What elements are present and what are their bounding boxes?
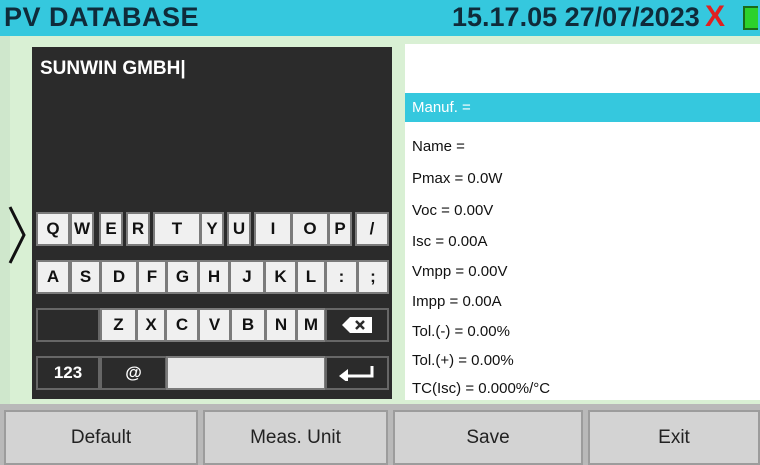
isc-value: Isc = 0.00A bbox=[412, 233, 488, 250]
key-a[interactable]: A bbox=[36, 260, 70, 294]
key-v[interactable]: V bbox=[198, 308, 231, 342]
tol-plus-value: Tol.(+) = 0.00% bbox=[412, 352, 514, 369]
name-value: Name = bbox=[412, 138, 465, 155]
title-bar: PV DATABASE 15.17.05 27/07/2023 X bbox=[0, 0, 760, 36]
key-h[interactable]: H bbox=[198, 260, 230, 294]
key-c[interactable]: C bbox=[165, 308, 199, 342]
key-semicolon[interactable]: ; bbox=[357, 260, 389, 294]
enter-icon bbox=[339, 366, 374, 381]
datetime-display: 15.17.05 27/07/2023 bbox=[452, 2, 700, 32]
key-u[interactable]: U bbox=[227, 212, 251, 246]
key-t[interactable]: T bbox=[153, 212, 201, 246]
key-w[interactable]: W bbox=[70, 212, 94, 246]
key-x[interactable]: X bbox=[136, 308, 166, 342]
text-entry-field[interactable]: SUNWIN GMBH| bbox=[40, 58, 186, 80]
key-o[interactable]: O bbox=[291, 212, 329, 246]
key-shift-blank[interactable] bbox=[36, 308, 100, 342]
screen-frame: PV DATABASE 15.17.05 27/07/2023 X SUNWIN… bbox=[0, 0, 760, 465]
key-numbers[interactable]: 123 bbox=[36, 356, 100, 390]
key-s[interactable]: S bbox=[70, 260, 101, 294]
tol-minus-value: Tol.(-) = 0.00% bbox=[412, 323, 510, 340]
page-title: PV DATABASE bbox=[4, 2, 200, 32]
pmax-value: Pmax = 0.0W bbox=[412, 170, 503, 187]
close-icon[interactable]: X bbox=[705, 0, 725, 34]
key-r[interactable]: R bbox=[126, 212, 150, 246]
tc-isc-value: TC(Isc) = 0.000%/°C bbox=[412, 380, 551, 397]
key-n[interactable]: N bbox=[265, 308, 297, 342]
key-y[interactable]: Y bbox=[200, 212, 224, 246]
key-m[interactable]: M bbox=[296, 308, 326, 342]
impp-value: Impp = 0.00A bbox=[412, 293, 502, 310]
key-d[interactable]: D bbox=[100, 260, 138, 294]
vmpp-value: Vmpp = 0.00V bbox=[412, 263, 508, 280]
key-colon[interactable]: : bbox=[325, 260, 358, 294]
key-j[interactable]: J bbox=[229, 260, 265, 294]
space-key[interactable] bbox=[166, 356, 326, 390]
key-q[interactable]: Q bbox=[36, 212, 70, 246]
key-slash[interactable]: / bbox=[355, 212, 389, 246]
key-i[interactable]: I bbox=[254, 212, 292, 246]
save-button[interactable]: Save bbox=[393, 410, 583, 465]
manuf-label: Manuf. = bbox=[412, 99, 471, 116]
chevron-left-icon[interactable] bbox=[6, 205, 28, 265]
meas-unit-button[interactable]: Meas. Unit bbox=[203, 410, 388, 465]
backspace-key[interactable] bbox=[325, 308, 389, 342]
key-z[interactable]: Z bbox=[100, 308, 137, 342]
exit-button[interactable]: Exit bbox=[588, 410, 760, 465]
voc-value: Voc = 0.00V bbox=[412, 202, 494, 219]
battery-icon bbox=[743, 6, 758, 30]
key-e[interactable]: E bbox=[99, 212, 123, 246]
key-p[interactable]: P bbox=[328, 212, 352, 246]
default-button[interactable]: Default bbox=[4, 410, 198, 465]
key-k[interactable]: K bbox=[264, 260, 297, 294]
key-g[interactable]: G bbox=[166, 260, 199, 294]
key-f[interactable]: F bbox=[137, 260, 167, 294]
key-b[interactable]: B bbox=[230, 308, 266, 342]
key-l[interactable]: L bbox=[296, 260, 326, 294]
backspace-icon bbox=[342, 317, 372, 333]
key-at[interactable]: @ bbox=[100, 356, 167, 390]
enter-key[interactable] bbox=[325, 356, 389, 390]
